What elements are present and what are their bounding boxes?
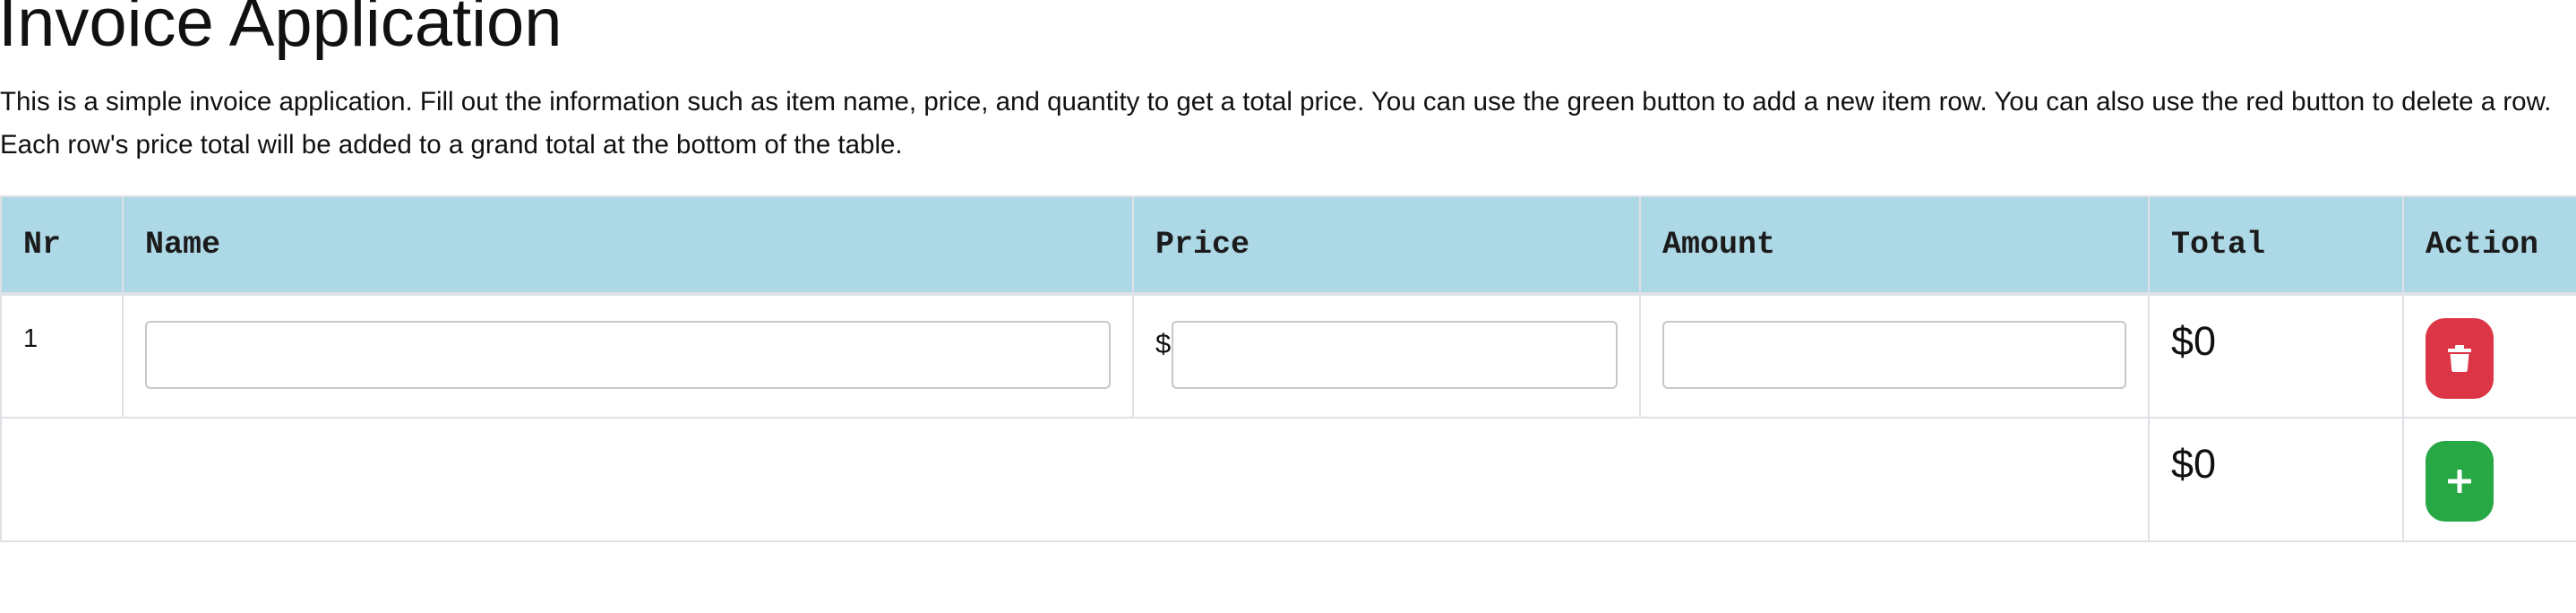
item-price-input[interactable]: [1172, 321, 1618, 389]
row-total-cell: $0: [2148, 293, 2404, 419]
add-row-button[interactable]: [2426, 441, 2494, 522]
row-total: $0: [2171, 318, 2217, 364]
name-cell: [122, 293, 1134, 419]
footer-spacer: [0, 417, 2150, 542]
amount-cell: [1639, 293, 2150, 419]
header-row: Nr Name Price Amount Total Action: [0, 195, 2576, 296]
price-cell: $: [1132, 293, 1641, 419]
row-number: 1: [0, 293, 124, 419]
grand-total-row: $0: [0, 417, 2576, 542]
table-header: Nr Name Price Amount Total Action: [0, 195, 2576, 296]
header-price: Price: [1132, 195, 1641, 296]
header-amount: Amount: [1639, 195, 2150, 296]
item-amount-input[interactable]: [1662, 321, 2126, 389]
currency-symbol: $: [1155, 328, 1172, 359]
header-nr: Nr: [0, 195, 124, 296]
header-total: Total: [2148, 195, 2404, 296]
item-name-input[interactable]: [145, 321, 1111, 389]
grand-total-cell: $0: [2148, 417, 2404, 542]
header-action: Action: [2402, 195, 2576, 296]
invoice-table: Nr Name Price Amount Total Action 1 $ $0…: [0, 195, 2576, 542]
trash-icon: [2448, 345, 2471, 372]
delete-row-button[interactable]: [2426, 318, 2494, 399]
plus-icon: [2448, 470, 2471, 493]
header-name: Name: [122, 195, 1134, 296]
price-field-group: $: [1155, 321, 1618, 389]
action-cell: [2402, 293, 2576, 419]
page-title: Invoice Application: [0, 0, 562, 61]
grand-total: $0: [2171, 441, 2217, 487]
table-row: 1 $ $0: [0, 293, 2576, 419]
footer-action-cell: [2402, 417, 2576, 542]
page-description: This is a simple invoice application. Fi…: [0, 87, 2552, 160]
